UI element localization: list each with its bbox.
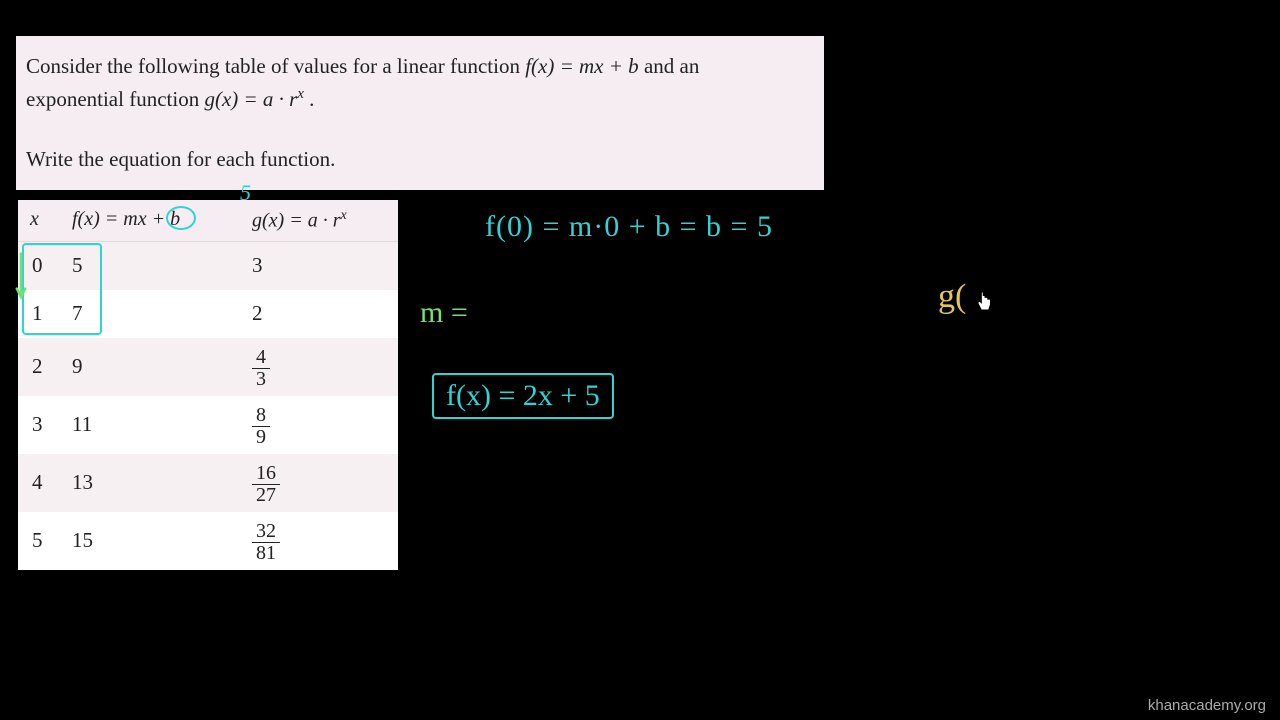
cell-x: 4: [18, 470, 72, 495]
cell-f: 9: [72, 354, 252, 379]
frac-den: 81: [252, 543, 280, 564]
den: 1 - 0: [573, 314, 640, 346]
handwriting-fx-boxed: f(x) = 2x + 5: [432, 373, 614, 419]
cell-x: 5: [18, 528, 72, 553]
handwriting-g-start: g(: [938, 278, 966, 316]
handwriting-f0: f(0) = m·0 + b = b = 5: [485, 210, 773, 244]
eq-result: = 2: [726, 296, 765, 330]
cell-g: 2: [252, 301, 398, 326]
delta-f: Δf: [484, 280, 525, 314]
table-header: x f(x) = mx + b g(x) = a · rx 5: [18, 200, 398, 242]
circle-m-annotation: [166, 206, 196, 230]
delta-frac: Δf Δx: [482, 280, 528, 346]
num: 7 - 5: [573, 280, 640, 314]
head-g-sup: x: [340, 208, 346, 223]
cell-g: 1627: [252, 460, 398, 506]
problem-line-1: Consider the following table of values f…: [26, 50, 814, 83]
cell-g: 3281: [252, 518, 398, 564]
problem-text-1a: Consider the following table of values f…: [26, 54, 525, 78]
frac-7-5: 7 - 5 1 - 0: [573, 280, 640, 346]
cell-g: 89: [252, 402, 398, 448]
delta-x: Δx: [482, 314, 528, 346]
problem-statement: Consider the following table of values f…: [16, 36, 824, 190]
head-x: x: [18, 208, 72, 233]
five-over-b-annotation: 5: [240, 180, 251, 206]
problem-text-2a: exponential function: [26, 87, 204, 111]
head-g-base: g(x) = a · r: [252, 210, 340, 232]
green-down-arrow-icon: [14, 252, 28, 302]
frac-num: 8: [252, 405, 270, 427]
cursor-pointer-icon: [976, 290, 994, 312]
head-g: g(x) = a · rx: [252, 208, 398, 233]
problem-eq-g-base: g(x) = a · r: [204, 87, 297, 111]
frac-den: 9: [252, 427, 270, 448]
eq: =: [654, 296, 671, 330]
watermark: khanacademy.org: [1148, 697, 1266, 714]
cell-f: 15: [72, 528, 252, 553]
frac-den: 27: [252, 485, 280, 506]
head-f: f(x) = mx + b: [72, 208, 252, 233]
table-row: 2 9 43: [18, 338, 398, 396]
problem-text-1b: and an: [639, 54, 700, 78]
frac-num: 16: [252, 463, 280, 485]
handwriting-m-line: m = Δf Δx = 7 - 5 1 - 0 = 2 1 = 2: [420, 280, 765, 346]
box-rows-0-1-annotation: [22, 243, 102, 335]
cell-f: 11: [72, 412, 252, 437]
table-row: 5 15 3281: [18, 512, 398, 570]
cell-f: 13: [72, 470, 252, 495]
problem-text-2b: .: [304, 87, 315, 111]
frac-den: 3: [252, 369, 270, 390]
problem-line-2: exponential function g(x) = a · rx .: [26, 83, 814, 116]
problem-prompt: Write the equation for each function.: [26, 143, 814, 176]
cell-x: 3: [18, 412, 72, 437]
m-label: m =: [420, 296, 468, 330]
problem-eq-f: f(x) = mx + b: [525, 54, 638, 78]
frac-num: 4: [252, 347, 270, 369]
cell-g: 3: [252, 253, 398, 278]
frac-num: 32: [252, 521, 280, 543]
frac-2-1: 2 1: [685, 280, 712, 346]
cell-x: 2: [18, 354, 72, 379]
table-row: 3 11 89: [18, 396, 398, 454]
eq: =: [542, 296, 559, 330]
table-row: 4 13 1627: [18, 454, 398, 512]
den: 1: [685, 314, 712, 346]
cell-g: 43: [252, 344, 398, 390]
num: 2: [685, 280, 712, 314]
